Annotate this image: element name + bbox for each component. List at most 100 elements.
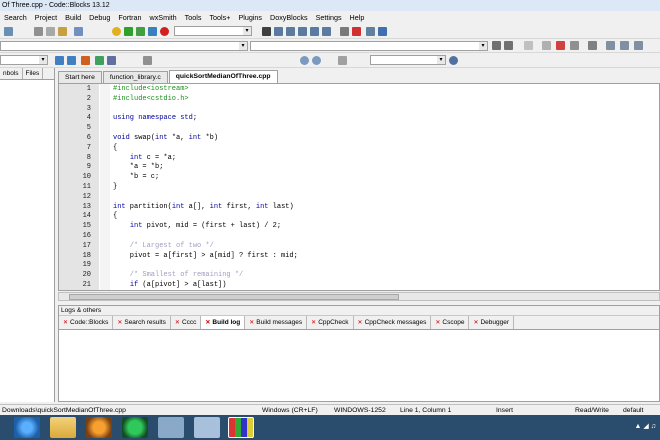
ie-icon[interactable]: [14, 417, 40, 438]
log-tab-cccc[interactable]: ✕ Cccc: [171, 316, 202, 330]
tab-files[interactable]: Files: [23, 68, 44, 79]
nav-forward-icon[interactable]: [67, 56, 76, 65]
code-line: 3: [59, 105, 659, 115]
close-icon[interactable]: ✕: [311, 316, 316, 330]
menu-tools-plus[interactable]: Tools+: [205, 11, 234, 24]
cut-icon[interactable]: [34, 27, 43, 36]
jump-forward-icon[interactable]: [504, 41, 513, 50]
status-bar: Downloads\quickSortMedianOfThree.cpp Win…: [0, 404, 660, 415]
menu-search[interactable]: Search: [0, 11, 31, 24]
menu-build[interactable]: Build: [61, 11, 85, 24]
debug-windows-icon[interactable]: [366, 27, 375, 36]
codeblocks-icon[interactable]: [228, 417, 254, 438]
menu-project[interactable]: Project: [31, 11, 61, 24]
comment-icon[interactable]: [95, 56, 104, 65]
log-tab-build-log[interactable]: ✕ Build log: [201, 316, 246, 330]
doxy-config-icon[interactable]: [588, 41, 597, 50]
abort-icon[interactable]: [160, 27, 169, 36]
search-scope-select[interactable]: ▾: [0, 55, 48, 65]
tab-start-here[interactable]: Start here: [58, 71, 102, 83]
rebuild-icon[interactable]: [148, 27, 157, 36]
close-icon[interactable]: ✕: [358, 316, 363, 330]
scrollbar-thumb[interactable]: [69, 294, 399, 300]
system-tray[interactable]: ▲ ◢ ♫: [635, 422, 656, 430]
step-out-icon[interactable]: [298, 27, 307, 36]
doxy-comment-icon[interactable]: [524, 41, 533, 50]
doxy-html-icon[interactable]: [570, 41, 579, 50]
function-select[interactable]: ▾: [250, 41, 488, 51]
select-icon[interactable]: [143, 56, 152, 65]
copy-icon[interactable]: [46, 27, 55, 36]
step-instruction-icon[interactable]: [322, 27, 331, 36]
bookmark-prev-icon[interactable]: [606, 41, 615, 50]
close-icon[interactable]: ✕: [435, 316, 440, 330]
code-line: 17 /* Largest of two */: [59, 242, 659, 252]
log-tab-debugger[interactable]: ✕ Debugger: [469, 316, 515, 330]
step-into-icon[interactable]: [274, 27, 283, 36]
spell-check-icon[interactable]: [338, 56, 347, 65]
highlight-icon[interactable]: [81, 56, 90, 65]
folder-icon[interactable]: [50, 417, 76, 438]
tab-function-library[interactable]: function_library.c: [102, 71, 168, 83]
menu-tools[interactable]: Tools: [181, 11, 206, 24]
bookmark-next-icon[interactable]: [634, 41, 643, 50]
code-line: 15 int pivot, mid = (first + last) / 2;: [59, 222, 659, 232]
close-icon[interactable]: ✕: [175, 316, 180, 330]
zoom-in-icon[interactable]: [300, 56, 309, 65]
close-icon[interactable]: ✕: [117, 316, 122, 330]
menu-settings[interactable]: Settings: [312, 11, 346, 24]
code-line: 6 void swap(int *a, int *b): [59, 134, 659, 144]
pause-icon[interactable]: [340, 27, 349, 36]
search-icon[interactable]: [449, 56, 458, 65]
close-icon[interactable]: ✕: [63, 316, 68, 330]
code-editor[interactable]: 1 #include<iostream> 2 #include<cstdio.h> 3 4…: [58, 83, 660, 291]
tab-quicksort-file[interactable]: quickSortMedianOfThree.cpp: [168, 70, 278, 83]
menu-fortran[interactable]: Fortran: [114, 11, 145, 24]
log-tab-codeblocks[interactable]: ✕ Code::Blocks: [59, 316, 114, 330]
menu-help[interactable]: Help: [346, 11, 369, 24]
incremental-search-input[interactable]: ▾: [370, 55, 446, 65]
nav-back-icon[interactable]: [55, 56, 64, 65]
close-icon[interactable]: ✕: [205, 316, 210, 330]
debug-run-icon[interactable]: [262, 27, 271, 36]
log-tab-cppcheck-messages[interactable]: ✕ CppCheck messages: [354, 316, 432, 329]
find-icon[interactable]: [74, 27, 83, 36]
monitor-icon[interactable]: [194, 417, 220, 438]
doxy-extract-icon[interactable]: [556, 41, 565, 50]
explorer-window-icon[interactable]: [158, 417, 184, 438]
stop-debug-icon[interactable]: [352, 27, 361, 36]
menu-debug[interactable]: Debug: [85, 11, 114, 24]
jump-back-icon[interactable]: [492, 41, 501, 50]
run-icon[interactable]: [124, 27, 133, 36]
close-icon[interactable]: ✕: [473, 316, 478, 330]
build-run-icon[interactable]: [136, 27, 145, 36]
menu-wxsmith[interactable]: wxSmith: [146, 11, 181, 24]
line-number: 16: [82, 231, 91, 240]
doxy-line-icon[interactable]: [542, 41, 551, 50]
log-tab-cppcheck[interactable]: ✕ CppCheck: [307, 316, 354, 330]
uncomment-icon[interactable]: [107, 56, 116, 65]
menu-plugins[interactable]: Plugins: [234, 11, 266, 24]
log-tab-build-messages[interactable]: ✕ Build messages: [245, 316, 308, 330]
build-gear-icon[interactable]: [112, 27, 121, 36]
close-icon[interactable]: ✕: [249, 316, 254, 330]
menubar: Search Project Build Debug Fortran wxSmi…: [0, 11, 660, 24]
paste-icon[interactable]: [58, 27, 67, 36]
next-instruction-icon[interactable]: [310, 27, 319, 36]
info-icon[interactable]: [378, 27, 387, 36]
spotify-icon[interactable]: [122, 417, 148, 438]
scope-select[interactable]: ▾: [0, 41, 248, 51]
tab-symbols[interactable]: nbols: [0, 68, 23, 79]
code-text: }: [113, 182, 118, 191]
build-target-select[interactable]: ▾: [174, 26, 252, 36]
step-over-icon[interactable]: [286, 27, 295, 36]
menu-doxyblocks[interactable]: DoxyBlocks: [266, 11, 312, 24]
log-tab-cscope[interactable]: ✕ Cscope: [431, 316, 470, 330]
horizontal-scrollbar[interactable]: [58, 292, 660, 301]
media-player-icon[interactable]: [86, 417, 112, 438]
log-tab-search-results[interactable]: ✕ Search results: [113, 316, 171, 329]
undo-icon[interactable]: [4, 27, 13, 36]
bookmark-toggle-icon[interactable]: [620, 41, 629, 50]
zoom-out-icon[interactable]: [312, 56, 321, 65]
taskbar: ▲ ◢ ♫: [0, 415, 660, 440]
